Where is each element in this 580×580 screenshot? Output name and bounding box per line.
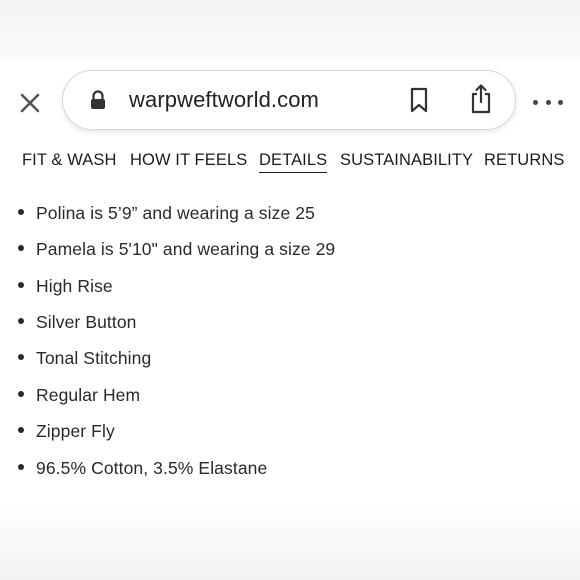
share-icon[interactable] bbox=[468, 83, 494, 115]
top-fade bbox=[0, 0, 580, 60]
close-button[interactable] bbox=[16, 89, 44, 117]
bullet bbox=[18, 391, 24, 398]
bullet bbox=[18, 318, 24, 325]
tab-sustainability[interactable]: SUSTAINABILITY bbox=[340, 151, 473, 170]
bullet bbox=[18, 464, 24, 471]
list-item-text: Polina is 5’9” and wearing a size 25 bbox=[36, 203, 315, 223]
browser-address-bar: warpweftworld.com bbox=[0, 66, 580, 138]
url-field[interactable]: warpweftworld.com bbox=[62, 70, 516, 130]
list-item-text: Tonal Stitching bbox=[36, 348, 152, 368]
list-item: Silver Button bbox=[18, 312, 137, 333]
bullet bbox=[18, 209, 24, 216]
bullet bbox=[18, 245, 24, 252]
more-icon-dot bbox=[558, 99, 563, 105]
list-item-text: Zipper Fly bbox=[36, 421, 115, 441]
list-item: Zipper Fly bbox=[18, 421, 115, 442]
bullet bbox=[18, 354, 24, 361]
close-icon bbox=[20, 93, 40, 113]
list-item: High Rise bbox=[18, 276, 113, 297]
more-menu-button[interactable] bbox=[533, 94, 563, 110]
bullet bbox=[18, 282, 24, 289]
list-item: Regular Hem bbox=[18, 385, 140, 406]
list-item-text: Silver Button bbox=[36, 312, 137, 332]
list-item: Polina is 5’9” and wearing a size 25 bbox=[18, 203, 315, 224]
list-item-text: 96.5% Cotton, 3.5% Elastane bbox=[36, 458, 268, 478]
tab-how-it-feels[interactable]: HOW IT FEELS bbox=[130, 151, 247, 170]
list-item-text: High Rise bbox=[36, 276, 113, 296]
tab-fit-and-wash[interactable]: FIT & WASH bbox=[22, 151, 117, 170]
list-item-text: Pamela is 5'10" and wearing a size 29 bbox=[36, 239, 336, 259]
list-item: Pamela is 5'10" and wearing a size 29 bbox=[18, 239, 335, 260]
more-icon-dot bbox=[545, 99, 551, 105]
more-icon-dot bbox=[533, 99, 538, 105]
bullet bbox=[18, 427, 24, 434]
bottom-fade bbox=[0, 505, 580, 580]
tab-returns[interactable]: RETURNS bbox=[484, 151, 564, 170]
lock-icon bbox=[91, 90, 105, 109]
list-item: 96.5% Cotton, 3.5% Elastane bbox=[18, 458, 267, 479]
tab-details[interactable]: DETAILS bbox=[259, 151, 328, 173]
url-text: warpweftworld.com bbox=[129, 87, 319, 112]
list-item-text: Regular Hem bbox=[36, 385, 141, 405]
product-info-tabs: FIT & WASH HOW IT FEELS DETAILS SUSTAINA… bbox=[0, 151, 580, 181]
bookmark-icon[interactable] bbox=[408, 87, 430, 113]
list-item: Tonal Stitching bbox=[18, 348, 151, 369]
